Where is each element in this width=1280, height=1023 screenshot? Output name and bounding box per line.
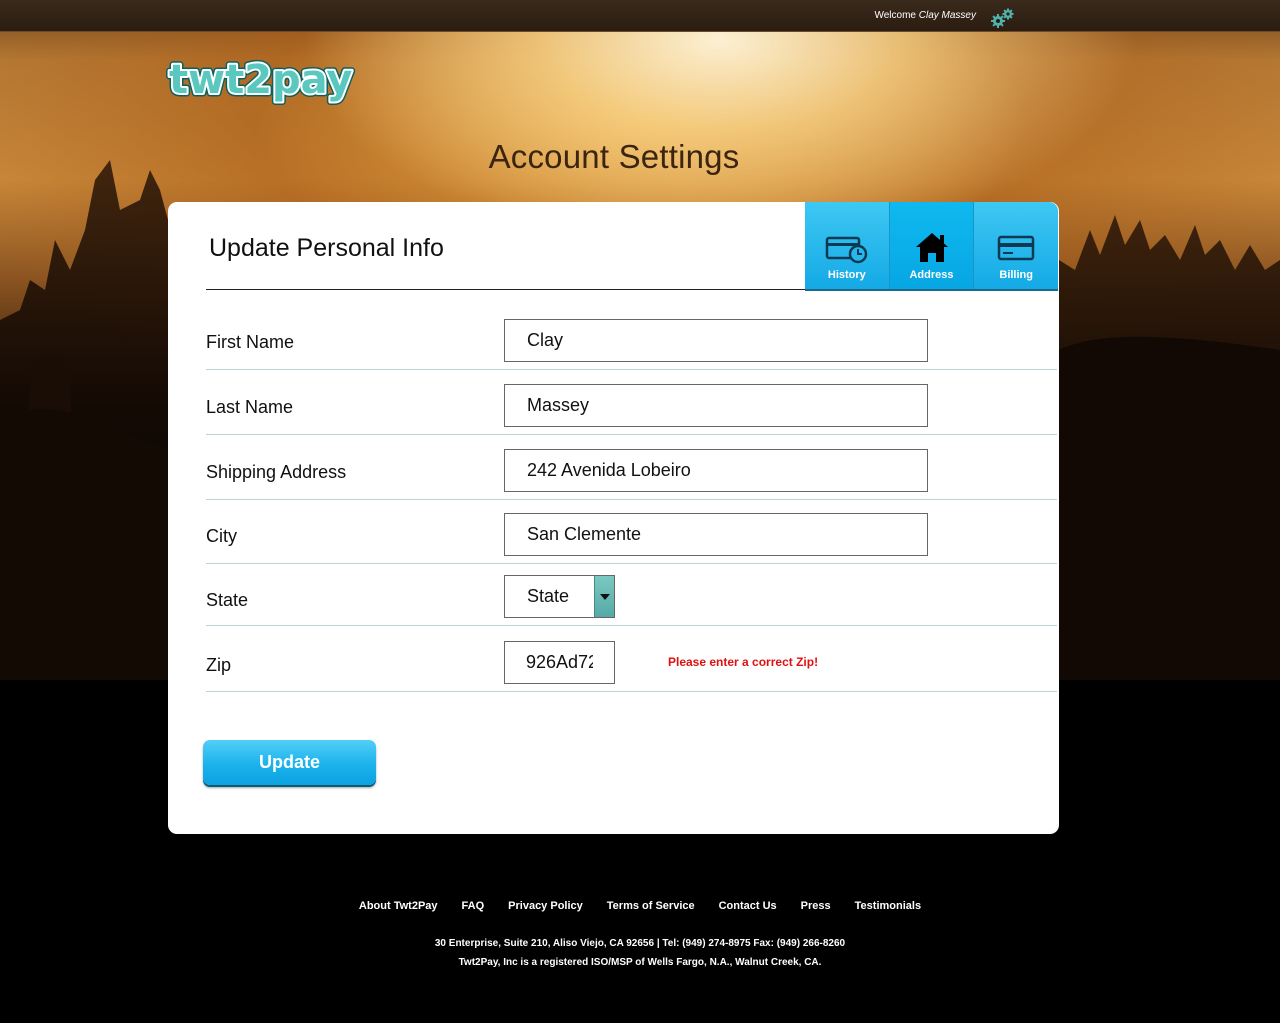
footer-links: About Twt2Pay FAQ Privacy Policy Terms o… <box>0 900 1280 912</box>
house-icon <box>915 233 948 262</box>
state-row: State State <box>206 564 1057 626</box>
state-select[interactable]: State <box>504 575 615 618</box>
footer-link-faq[interactable]: FAQ <box>462 900 485 912</box>
chevron-down-icon[interactable] <box>594 576 614 617</box>
footer-legal: Twt2Pay, Inc is a registered ISO/MSP of … <box>458 957 822 968</box>
footer-link-testimonials[interactable]: Testimonials <box>855 900 921 912</box>
zip-field[interactable] <box>504 641 615 684</box>
settings-tabs: History Address Billing <box>805 202 1058 291</box>
state-select-value: State <box>527 586 570 606</box>
footer-link-contact[interactable]: Contact Us <box>719 900 777 912</box>
footer-address: 30 Enterprise, Suite 210, Aliso Viejo, C… <box>434 938 846 949</box>
city-field[interactable] <box>504 513 928 556</box>
tab-billing-label: Billing <box>999 269 1033 281</box>
top-bar: Welcome Clay Massey <box>0 0 1280 32</box>
tab-history[interactable]: History <box>805 202 890 289</box>
last-name-label: Last Name <box>206 397 294 417</box>
footer-link-press[interactable]: Press <box>801 900 831 912</box>
logo-fill: twt2pay <box>169 57 353 103</box>
twt2pay-logo[interactable]: twt2pay twt2pay twt2pay <box>166 50 357 108</box>
welcome-prefix: Welcome <box>874 10 916 21</box>
zip-row: Zip Please enter a correct Zip! <box>206 626 1057 692</box>
user-name[interactable]: Clay Massey <box>919 10 976 21</box>
credit-card-icon <box>997 235 1035 261</box>
city-label: City <box>206 526 237 546</box>
first-name-row: First Name <box>206 306 1057 370</box>
footer-link-privacy[interactable]: Privacy Policy <box>508 900 583 912</box>
footer-link-terms[interactable]: Terms of Service <box>607 900 695 912</box>
settings-panel: Update Personal Info History Address Bil… <box>168 202 1059 834</box>
zip-label: Zip <box>206 655 232 675</box>
zip-error-message: Please enter a correct Zip! <box>668 655 819 669</box>
shipping-address-row: Shipping Address <box>206 435 1057 500</box>
state-label: State <box>206 590 249 610</box>
tab-address[interactable]: Address <box>889 202 975 289</box>
title-divider <box>206 289 806 290</box>
tab-billing[interactable]: Billing <box>974 202 1058 289</box>
page-title: Account Settings <box>488 138 740 175</box>
history-card-clock-icon <box>825 236 868 264</box>
update-button[interactable]: Update <box>203 740 376 785</box>
shipping-address-label: Shipping Address <box>206 462 347 482</box>
tab-address-label: Address <box>909 269 954 281</box>
last-name-field[interactable] <box>504 384 928 427</box>
shipping-address-field[interactable] <box>504 449 928 492</box>
city-row: City <box>206 500 1057 564</box>
tab-history-label: History <box>827 269 866 281</box>
footer-link-about[interactable]: About Twt2Pay <box>359 900 438 912</box>
first-name-field[interactable] <box>504 319 928 362</box>
panel-title: Update Personal Info <box>209 234 444 262</box>
last-name-row: Last Name <box>206 370 1057 435</box>
welcome-message: Welcome Clay Massey <box>874 10 976 21</box>
gears-icon[interactable] <box>990 7 1016 29</box>
first-name-label: First Name <box>206 332 295 352</box>
